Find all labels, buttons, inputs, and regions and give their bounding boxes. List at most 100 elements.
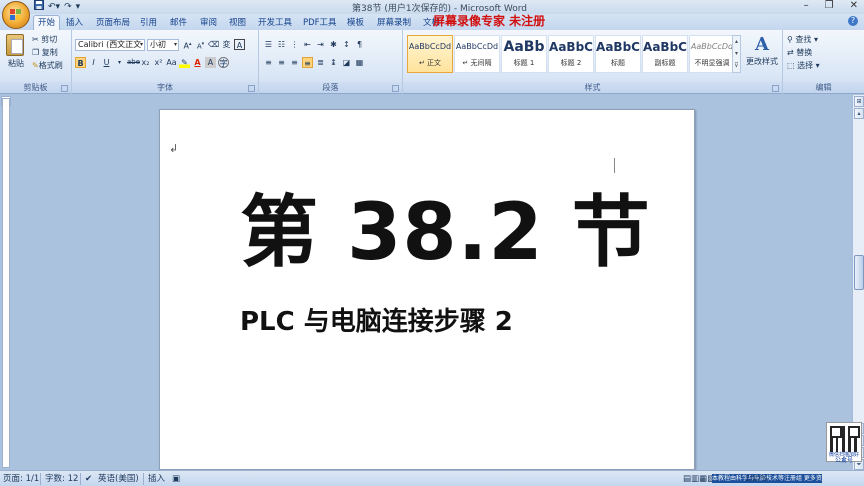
decrease-indent-icon[interactable]: ⇤ bbox=[302, 39, 313, 50]
style-title[interactable]: AaBbC 标题 bbox=[595, 35, 641, 73]
proofing-icon[interactable]: ✔ bbox=[85, 473, 92, 485]
strikethrough-button[interactable]: abe bbox=[127, 57, 140, 68]
align-right-icon[interactable]: ≡ bbox=[289, 57, 300, 68]
format-painter-button[interactable]: ✎格式刷 bbox=[32, 60, 63, 71]
phonetic-guide-icon[interactable]: 変 bbox=[221, 39, 232, 50]
chinese-layout-icon[interactable]: ✱ bbox=[328, 39, 339, 50]
clear-formatting-icon[interactable]: ⌫ bbox=[208, 39, 219, 50]
language-indicator[interactable]: 英语(美国) bbox=[98, 473, 139, 485]
change-case-button[interactable]: Aa bbox=[166, 57, 177, 68]
undo-icon[interactable]: ↶▾ bbox=[48, 1, 60, 13]
qat-customize-icon[interactable]: ▾ bbox=[76, 1, 81, 13]
superscript-button[interactable]: x² bbox=[153, 57, 164, 68]
char-shading-button[interactable]: A bbox=[205, 57, 216, 68]
grow-font-icon[interactable]: A▴ bbox=[182, 39, 193, 51]
qr-code-icon bbox=[830, 426, 860, 452]
close-button[interactable]: ✕ bbox=[850, 0, 858, 11]
cut-button[interactable]: ✂ 剪切 bbox=[32, 34, 57, 45]
paste-icon[interactable] bbox=[6, 34, 24, 56]
tab-review[interactable]: 审阅 bbox=[200, 16, 217, 30]
numbering-icon[interactable]: ☷ bbox=[276, 39, 287, 50]
tab-mailings[interactable]: 邮件 bbox=[170, 16, 187, 30]
bullets-icon[interactable]: ☰ bbox=[263, 39, 274, 50]
save-icon[interactable] bbox=[34, 0, 44, 14]
font-color-button[interactable]: A bbox=[192, 57, 203, 68]
style-heading-1[interactable]: AaBb 标题 1 bbox=[501, 35, 547, 73]
tab-pdf-tools[interactable]: PDF工具 bbox=[303, 16, 337, 30]
sort-icon[interactable]: ↕ bbox=[341, 39, 352, 50]
style-subtle-emphasis[interactable]: AaBbCcDd 不明显强调 bbox=[689, 35, 735, 73]
styles-launcher-icon[interactable] bbox=[772, 85, 779, 92]
font-launcher-icon[interactable] bbox=[248, 85, 255, 92]
align-center-icon[interactable]: ≡ bbox=[276, 57, 287, 68]
font-size-combo[interactable]: 小初 ▾ bbox=[147, 39, 179, 51]
clipboard-launcher-icon[interactable] bbox=[61, 85, 68, 92]
select-button[interactable]: ⬚ 选择 ▾ bbox=[787, 60, 820, 71]
increase-indent-icon[interactable]: ⇥ bbox=[315, 39, 326, 50]
justify-icon[interactable]: ≡ bbox=[302, 57, 313, 68]
show-marks-icon[interactable]: ¶ bbox=[354, 39, 365, 50]
style-heading-2[interactable]: AaBbC 标题 2 bbox=[548, 35, 594, 73]
style-normal[interactable]: AaBbCcDd ↵ 正文 bbox=[407, 35, 453, 73]
subscript-button[interactable]: x₂ bbox=[140, 57, 151, 68]
macro-record-icon[interactable]: ▣ bbox=[172, 473, 180, 485]
editing-group: ⚲ 查找 ▾ ⇄ 替换 ⬚ 选择 ▾ 编辑 bbox=[783, 30, 864, 94]
page-indicator[interactable]: 页面: 1/1 bbox=[3, 473, 39, 485]
font-name-value: Calibri (西文正文 bbox=[78, 40, 142, 49]
document-heading[interactable]: 第 38.2 节 bbox=[240, 183, 651, 283]
help-icon[interactable]: ? bbox=[848, 16, 858, 26]
find-button[interactable]: ⚲ 查找 ▾ bbox=[787, 34, 818, 45]
tab-references[interactable]: 引用 bbox=[140, 16, 157, 30]
font-group-label: 字体 bbox=[72, 82, 258, 93]
line-spacing-icon[interactable]: ↨ bbox=[328, 57, 339, 68]
tab-insert[interactable]: 插入 bbox=[66, 16, 83, 30]
distributed-icon[interactable]: ≣ bbox=[315, 57, 326, 68]
tab-templates[interactable]: 模板 bbox=[347, 16, 364, 30]
redo-icon[interactable]: ↷ bbox=[64, 1, 72, 13]
minimize-button[interactable]: – bbox=[804, 0, 809, 11]
change-styles-button[interactable]: A 更改样式 bbox=[744, 34, 780, 67]
highlight-icon[interactable]: ✎ bbox=[179, 57, 190, 68]
vertical-scrollbar[interactable]: ⊞ ▴ ▾ ⏶ ● ⏷ bbox=[852, 95, 864, 470]
scroll-up-icon[interactable]: ▴ bbox=[854, 108, 864, 119]
char-border-icon[interactable]: A bbox=[234, 39, 245, 50]
maximize-button[interactable]: ❐ bbox=[825, 0, 834, 11]
styles-gallery-scroll[interactable]: ▴ ▾ ⊽ bbox=[732, 35, 741, 73]
insert-mode[interactable]: 插入 bbox=[148, 473, 165, 485]
enclose-char-icon[interactable]: 字 bbox=[218, 57, 229, 68]
align-left-icon[interactable]: ≡ bbox=[263, 57, 274, 68]
underline-button[interactable]: U bbox=[101, 57, 112, 68]
style-subtitle[interactable]: AaBbC 副标题 bbox=[642, 35, 688, 73]
shading-icon[interactable]: ◪ bbox=[341, 57, 352, 68]
bold-button[interactable]: B bbox=[75, 57, 86, 68]
ribbon: 粘贴 ✂ 剪切 ❐ 复制 ✎格式刷 剪贴板 Calibri (西文正文 ▾ 小初 ▾… bbox=[0, 30, 864, 94]
multilevel-list-icon[interactable]: ⋮ bbox=[289, 39, 300, 50]
vertical-ruler bbox=[2, 98, 10, 468]
paragraph-launcher-icon[interactable] bbox=[392, 85, 399, 92]
ruler-toggle-icon[interactable]: ⊞ bbox=[854, 96, 864, 107]
scroll-thumb[interactable] bbox=[854, 255, 864, 290]
italic-button[interactable]: I bbox=[88, 57, 99, 68]
title-bar: ↶▾ ↷ ▾ 第38节 (用户1次保存的) - Microsoft Word –… bbox=[0, 0, 864, 14]
tab-page-layout[interactable]: 页面布局 bbox=[96, 16, 130, 30]
borders-icon[interactable]: ▦ bbox=[354, 57, 365, 68]
tab-home[interactable]: 开始 bbox=[33, 15, 61, 30]
style-name: 标题 2 bbox=[560, 59, 582, 67]
select-label: 选择 bbox=[797, 61, 814, 70]
dropdown-arrow-icon[interactable]: ▾ bbox=[114, 57, 125, 68]
shrink-font-icon[interactable]: A▾ bbox=[195, 39, 206, 50]
zoom-level[interactable]: 100% bbox=[745, 474, 768, 483]
tab-developer[interactable]: 开发工具 bbox=[258, 16, 292, 30]
document-subheading[interactable]: PLC 与电脑连接步骤 2 bbox=[240, 304, 513, 340]
word-count[interactable]: 字数: 12 bbox=[45, 473, 78, 485]
replace-button[interactable]: ⇄ 替换 bbox=[787, 47, 812, 58]
tab-view[interactable]: 视图 bbox=[229, 16, 246, 30]
copy-button[interactable]: ❐ 复制 bbox=[32, 47, 58, 58]
font-name-combo[interactable]: Calibri (西文正文 ▾ bbox=[75, 39, 145, 51]
style-no-spacing[interactable]: AaBbCcDd ↵ 无间隔 bbox=[454, 35, 500, 73]
paste-button-label[interactable]: 粘贴 bbox=[8, 58, 24, 69]
text-cursor bbox=[614, 158, 615, 173]
style-sample: AaBbCcDd bbox=[408, 42, 452, 51]
tab-screen-record[interactable]: 屏幕录制 bbox=[377, 16, 411, 30]
office-button[interactable] bbox=[2, 1, 30, 29]
